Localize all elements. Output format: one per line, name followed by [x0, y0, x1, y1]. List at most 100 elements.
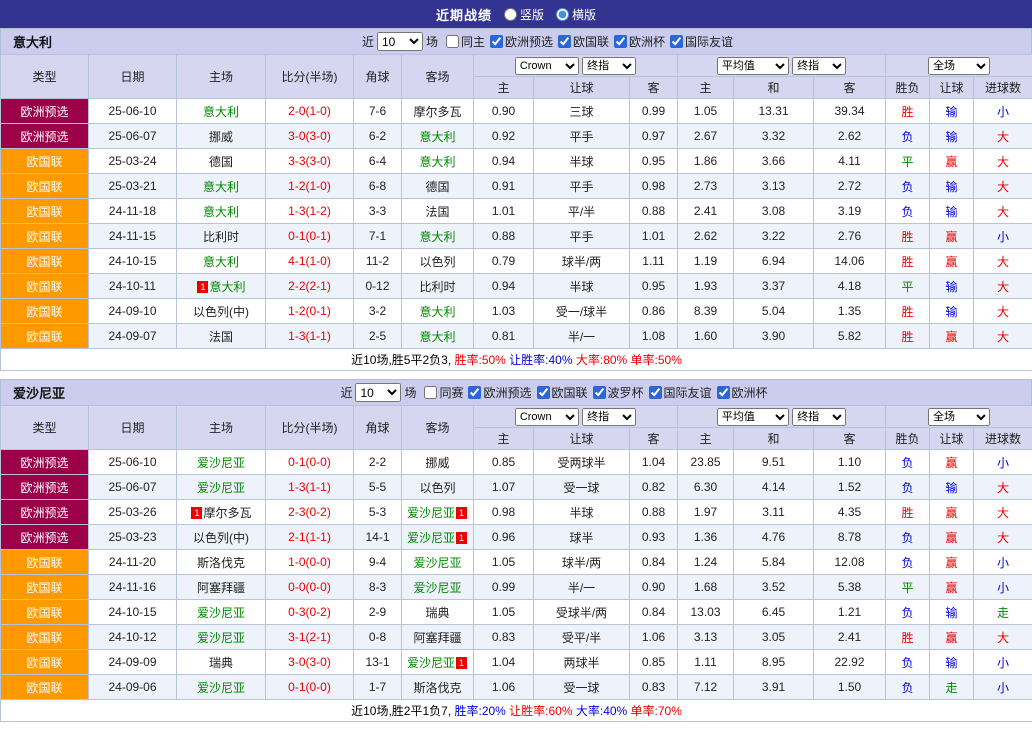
filter-checkbox-input[interactable]	[537, 386, 550, 399]
match-score[interactable]: 3-0(3-0)	[266, 650, 354, 675]
red-card-badge: 1	[456, 657, 467, 669]
result-goals: 大	[974, 475, 1032, 500]
fulltime-select[interactable]: 全场	[928, 57, 990, 75]
match-score[interactable]: 3-3(3-0)	[266, 149, 354, 174]
away-team: 意大利	[402, 149, 474, 174]
odds-home: 1.03	[474, 299, 534, 324]
corners: 2-5	[354, 324, 402, 349]
result-handicap: 输	[930, 199, 974, 224]
filter-checkbox-input[interactable]	[593, 386, 606, 399]
filter-checkbox-4[interactable]: 国际友谊	[649, 384, 712, 401]
filter-checkbox-input[interactable]	[614, 35, 627, 48]
odds-handicap: 平/半	[534, 199, 630, 224]
filter-checkbox-5[interactable]: 欧洲杯	[717, 384, 768, 401]
competition-type: 欧国联	[1, 149, 89, 174]
match-score[interactable]: 0-3(0-2)	[266, 600, 354, 625]
match-score[interactable]: 1-2(0-1)	[266, 299, 354, 324]
horizontal-layout-radio[interactable]	[556, 8, 569, 21]
filter-checkbox-input[interactable]	[558, 35, 571, 48]
average-select[interactable]: 平均值	[717, 408, 789, 426]
avg-home: 1.97	[678, 500, 734, 525]
odds-away: 0.88	[630, 199, 678, 224]
filter-checkbox-0[interactable]: 同赛	[424, 384, 463, 401]
avg-draw: 6.45	[734, 600, 814, 625]
layout-option-vertical[interactable]: 竖版	[504, 6, 544, 23]
vertical-layout-radio[interactable]	[504, 8, 517, 21]
match-score[interactable]: 1-2(1-0)	[266, 174, 354, 199]
filter-checkbox-label: 同主	[461, 33, 485, 50]
match-score[interactable]: 1-3(1-2)	[266, 199, 354, 224]
filter-checkbox-2[interactable]: 欧国联	[537, 384, 588, 401]
result-handicap: 输	[930, 274, 974, 299]
match-count-select[interactable]: 10	[377, 32, 423, 51]
result-group-header: 全场	[886, 55, 1032, 77]
match-score[interactable]: 1-0(0-0)	[266, 550, 354, 575]
avg-away: 5.38	[814, 575, 886, 600]
filter-checkbox-3[interactable]: 波罗杯	[593, 384, 644, 401]
match-score[interactable]: 2-0(1-0)	[266, 99, 354, 124]
filter-checkbox-input[interactable]	[468, 386, 481, 399]
filter-checkbox-input[interactable]	[490, 35, 503, 48]
match-date: 24-10-12	[89, 625, 177, 650]
home-team: 意大利	[177, 249, 266, 274]
match-score[interactable]: 2-3(0-2)	[266, 500, 354, 525]
match-score[interactable]: 3-1(2-1)	[266, 625, 354, 650]
odds-home: 0.96	[474, 525, 534, 550]
odds-stage-select[interactable]: 终指	[582, 57, 636, 75]
col-avg-draw: 和	[734, 428, 814, 450]
col-avg-away: 客	[814, 428, 886, 450]
summary-text: 胜率:50%	[454, 353, 505, 367]
match-score[interactable]: 0-1(0-1)	[266, 224, 354, 249]
match-count-select[interactable]: 10	[355, 383, 401, 402]
odds-away: 0.85	[630, 650, 678, 675]
table-row: 欧国联24-10-15意大利4-1(1-0)11-2以色列0.79球半/两1.1…	[1, 249, 1032, 274]
odds-handicap: 半/一	[534, 575, 630, 600]
odds-stage-select[interactable]: 终指	[582, 408, 636, 426]
match-score[interactable]: 3-0(3-0)	[266, 124, 354, 149]
competition-type: 欧国联	[1, 299, 89, 324]
avg-stage-select[interactable]: 终指	[792, 57, 846, 75]
team-name: 意大利	[1, 32, 64, 51]
home-team: 爱沙尼亚	[177, 450, 266, 475]
filter-checkbox-1[interactable]: 欧洲预选	[468, 384, 531, 401]
team-label: 摩尔多瓦	[413, 105, 461, 119]
team-label: 以色列	[419, 255, 455, 269]
filter-checkbox-1[interactable]: 欧洲预选	[490, 33, 553, 50]
filter-checkbox-input[interactable]	[424, 386, 437, 399]
match-score[interactable]: 1-3(1-1)	[266, 324, 354, 349]
match-score[interactable]: 1-3(1-1)	[266, 475, 354, 500]
competition-type: 欧洲预选	[1, 475, 89, 500]
average-select[interactable]: 平均值	[717, 57, 789, 75]
team-label: 爱沙尼亚	[197, 681, 245, 695]
result-handicap: 输	[930, 475, 974, 500]
filter-checkbox-3[interactable]: 欧洲杯	[614, 33, 665, 50]
filter-checkboxes: 同赛欧洲预选欧国联波罗杯国际友谊欧洲杯	[419, 384, 767, 401]
match-score[interactable]: 4-1(1-0)	[266, 249, 354, 274]
filter-checkbox-input[interactable]	[649, 386, 662, 399]
match-score[interactable]: 0-0(0-0)	[266, 575, 354, 600]
competition-type: 欧国联	[1, 174, 89, 199]
match-score[interactable]: 2-2(2-1)	[266, 274, 354, 299]
away-team: 法国	[402, 199, 474, 224]
bookmaker-select[interactable]: Crown	[515, 408, 579, 426]
section-header: 爱沙尼亚 近 10 场 同赛欧洲预选欧国联波罗杯国际友谊欧洲杯	[0, 379, 1032, 405]
filter-checkbox-2[interactable]: 欧国联	[558, 33, 609, 50]
col-odds-home: 主	[474, 77, 534, 99]
bookmaker-select[interactable]: Crown	[515, 57, 579, 75]
filter-checkbox-input[interactable]	[670, 35, 683, 48]
match-score[interactable]: 2-1(1-1)	[266, 525, 354, 550]
team-label: 爱沙尼亚	[197, 481, 245, 495]
match-score[interactable]: 0-1(0-0)	[266, 675, 354, 700]
avg-stage-select[interactable]: 终指	[792, 408, 846, 426]
col-result-outcome: 胜负	[886, 77, 930, 99]
fulltime-select[interactable]: 全场	[928, 408, 990, 426]
match-date: 25-03-26	[89, 500, 177, 525]
filter-checkbox-4[interactable]: 国际友谊	[670, 33, 733, 50]
avg-draw: 3.52	[734, 575, 814, 600]
match-score[interactable]: 0-1(0-0)	[266, 450, 354, 475]
layout-option-horizontal[interactable]: 横版	[556, 6, 596, 23]
corners: 3-2	[354, 299, 402, 324]
filter-checkbox-input[interactable]	[446, 35, 459, 48]
filter-checkbox-0[interactable]: 同主	[446, 33, 485, 50]
filter-checkbox-input[interactable]	[717, 386, 730, 399]
